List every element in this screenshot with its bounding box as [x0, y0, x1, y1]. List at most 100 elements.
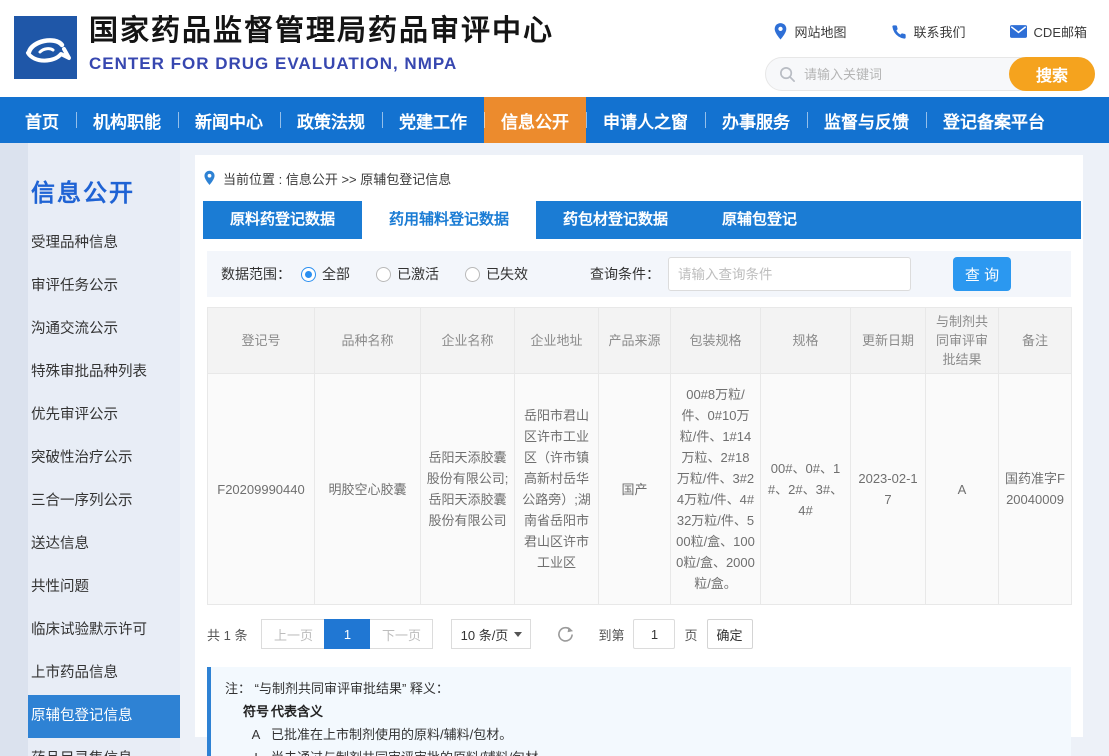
sidebar-item-drug-catalog[interactable]: 药品目录集信息 — [0, 738, 180, 756]
note-symbol-a: A — [241, 723, 271, 746]
tab-packaging-registration[interactable]: 药包材登记数据 — [536, 201, 695, 239]
sidebar-item-clinical-trial-implied-license[interactable]: 临床试验默示许可 — [0, 609, 180, 652]
cell-joint-review-result: A — [926, 374, 999, 605]
contact-label: 联系我们 — [914, 22, 966, 41]
cell-company-address: 岳阳市君山区许市工业区（许市镇高新村岳华公路旁）;湖南省岳阳市君山区许市工业区 — [515, 374, 599, 605]
sidebar-item-special-approval[interactable]: 特殊审批品种列表 — [0, 351, 180, 394]
sitemap-link[interactable]: 网站地图 — [773, 22, 847, 41]
sidebar-item-common-issues[interactable]: 共性问题 — [0, 566, 180, 609]
prev-page-button[interactable]: 上一页 — [261, 619, 325, 649]
registration-table: 登记号 品种名称 企业名称 企业地址 产品来源 包装规格 规格 更新日期 与制剂… — [207, 307, 1072, 605]
cell-update-date: 2023-02-17 — [851, 374, 926, 605]
sidebar-items: 受理品种信息 审评任务公示 沟通交流公示 特殊审批品种列表 优先审评公示 突破性… — [0, 222, 180, 756]
nav-item-news[interactable]: 新闻中心 — [178, 97, 280, 143]
sidebar-item-communication[interactable]: 沟通交流公示 — [0, 308, 180, 351]
data-tabs: 原料药登记数据 药用辅料登记数据 药包材登记数据 原辅包登记 — [203, 201, 1081, 239]
sidebar: 信息公开 受理品种信息 审评任务公示 沟通交流公示 特殊审批品种列表 优先审评公… — [0, 143, 180, 756]
refresh-button[interactable] — [557, 626, 574, 643]
query-condition-input[interactable] — [668, 257, 911, 291]
query-label: 查询条件： — [590, 264, 660, 284]
nav-item-home[interactable]: 首页 — [8, 97, 76, 143]
main-nav: 首页 机构职能 新闻中心 政策法规 党建工作 信息公开 申请人之窗 办事服务 监… — [0, 97, 1109, 143]
sidebar-item-review-tasks[interactable]: 审评任务公示 — [0, 265, 180, 308]
tab-excipient-registration[interactable]: 药用辅料登记数据 — [362, 201, 536, 239]
nav-item-applicant-window[interactable]: 申请人之窗 — [586, 97, 705, 143]
mailbox-label: CDE邮箱 — [1034, 22, 1087, 41]
query-group: 查询条件： — [590, 257, 911, 291]
nav-item-info-disclosure[interactable]: 信息公开 — [484, 97, 586, 143]
sidebar-item-marketed-drugs[interactable]: 上市药品信息 — [0, 652, 180, 695]
breadcrumb: 当前位置 : 信息公开 >> 原辅包登记信息 — [195, 155, 1083, 201]
nav-item-functions[interactable]: 机构职能 — [76, 97, 178, 143]
scope-radio-group: 全部 已激活 已失效 — [301, 264, 528, 284]
note-row-i: I 尚未通过与制剂共同审评审批的原料/辅料/包材。 — [225, 746, 1057, 756]
cde-logo-swirl-icon — [20, 22, 72, 74]
note-header-row: 符号 代表含义 — [225, 700, 1057, 723]
page-size-value: 10 条/页 — [461, 625, 509, 644]
note-row-a: A 已批准在上市制剂使用的原料/辅料/包材。 — [225, 723, 1057, 746]
col-product-source: 产品来源 — [599, 308, 671, 374]
radio-activated[interactable]: 已激活 — [376, 264, 439, 284]
radio-expired-dot — [465, 267, 480, 282]
sidebar-item-raw-excipient-packaging-registration[interactable]: 原辅包登记信息 — [0, 695, 180, 738]
note-meaning-a: 已批准在上市制剂使用的原料/辅料/包材。 — [271, 723, 512, 746]
tab-api-registration[interactable]: 原料药登记数据 — [203, 201, 362, 239]
sidebar-item-breakthrough-therapy[interactable]: 突破性治疗公示 — [0, 437, 180, 480]
next-page-button[interactable]: 下一页 — [369, 619, 433, 649]
col-company-address: 企业地址 — [515, 308, 599, 374]
nav-item-policy[interactable]: 政策法规 — [280, 97, 382, 143]
col-joint-review-result: 与制剂共同审评审批结果 — [926, 308, 999, 374]
tab-raw-excipient-packaging[interactable]: 原辅包登记 — [695, 201, 824, 239]
col-packaging-spec: 包装规格 — [671, 308, 761, 374]
search-button[interactable]: 搜索 — [1009, 57, 1095, 91]
mailbox-link[interactable]: CDE邮箱 — [1010, 22, 1087, 41]
sitemap-label: 网站地图 — [795, 22, 847, 41]
nav-item-supervision[interactable]: 监督与反馈 — [807, 97, 926, 143]
note-meaning-i: 尚未通过与制剂共同审评审批的原料/辅料/包材。 — [271, 746, 551, 756]
filter-bar: 数据范围： 全部 已激活 已失效 查询条件： 查 询 — [207, 251, 1071, 297]
sidebar-item-priority-review[interactable]: 优先审评公示 — [0, 394, 180, 437]
nav-item-services[interactable]: 办事服务 — [705, 97, 807, 143]
cell-remarks: 国药准字F20040009 — [999, 374, 1072, 605]
note-title: 注： “与制剂共同审评审批结果” 释义： — [225, 677, 1057, 700]
pagination: 共 1 条 上一页 1 下一页 10 条/页 到第 页 确定 — [207, 619, 1071, 649]
phone-icon — [891, 24, 907, 40]
current-page-button[interactable]: 1 — [324, 619, 370, 649]
goto-page-input[interactable] — [633, 619, 675, 649]
contact-link[interactable]: 联系我们 — [891, 22, 966, 41]
radio-all[interactable]: 全部 — [301, 264, 350, 284]
quick-links: 网站地图 联系我们 CDE邮箱 — [773, 22, 1087, 41]
radio-expired-label: 已失效 — [486, 264, 528, 284]
col-spec: 规格 — [761, 308, 851, 374]
cde-logo — [14, 16, 77, 79]
nav-item-registration-platform[interactable]: 登记备案平台 — [926, 97, 1062, 143]
site-subtitle: CENTER FOR DRUG EVALUATION, NMPA — [89, 54, 554, 74]
col-remarks: 备注 — [999, 308, 1072, 374]
scope-label: 数据范围： — [221, 264, 291, 284]
query-button[interactable]: 查 询 — [953, 257, 1011, 291]
sidebar-title: 信息公开 — [0, 143, 180, 208]
note-box: 注： “与制剂共同审评审批结果” 释义： 符号 代表含义 A 已批准在上市制剂使… — [207, 667, 1071, 756]
breadcrumb-text: 当前位置 : 信息公开 >> 原辅包登记信息 — [223, 169, 451, 188]
goto-page-group: 到第 页 确定 — [598, 619, 752, 649]
search-input[interactable] — [796, 67, 1009, 82]
cell-variety-name: 明胶空心胶囊 — [315, 374, 421, 605]
cell-registration-no: F20209990440 — [208, 374, 315, 605]
map-pin-icon — [773, 23, 788, 40]
col-registration-no: 登记号 — [208, 308, 315, 374]
note-symbol-i: I — [241, 746, 271, 756]
radio-all-dot — [301, 267, 316, 282]
total-count: 共 1 条 — [207, 625, 247, 644]
col-update-date: 更新日期 — [851, 308, 926, 374]
title-block: 国家药品监督管理局药品审评中心 CENTER FOR DRUG EVALUATI… — [89, 13, 554, 74]
note-meaning-header: 代表含义 — [271, 700, 323, 723]
nav-item-party[interactable]: 党建工作 — [382, 97, 484, 143]
sidebar-item-three-in-one[interactable]: 三合一序列公示 — [0, 480, 180, 523]
sidebar-item-delivery-info[interactable]: 送达信息 — [0, 523, 180, 566]
page-size-select[interactable]: 10 条/页 — [451, 619, 531, 649]
sidebar-item-accepted-varieties[interactable]: 受理品种信息 — [0, 222, 180, 265]
note-symbol-header: 符号 — [241, 700, 271, 723]
goto-confirm-button[interactable]: 确定 — [707, 619, 753, 649]
radio-expired[interactable]: 已失效 — [465, 264, 528, 284]
refresh-icon — [557, 626, 574, 643]
